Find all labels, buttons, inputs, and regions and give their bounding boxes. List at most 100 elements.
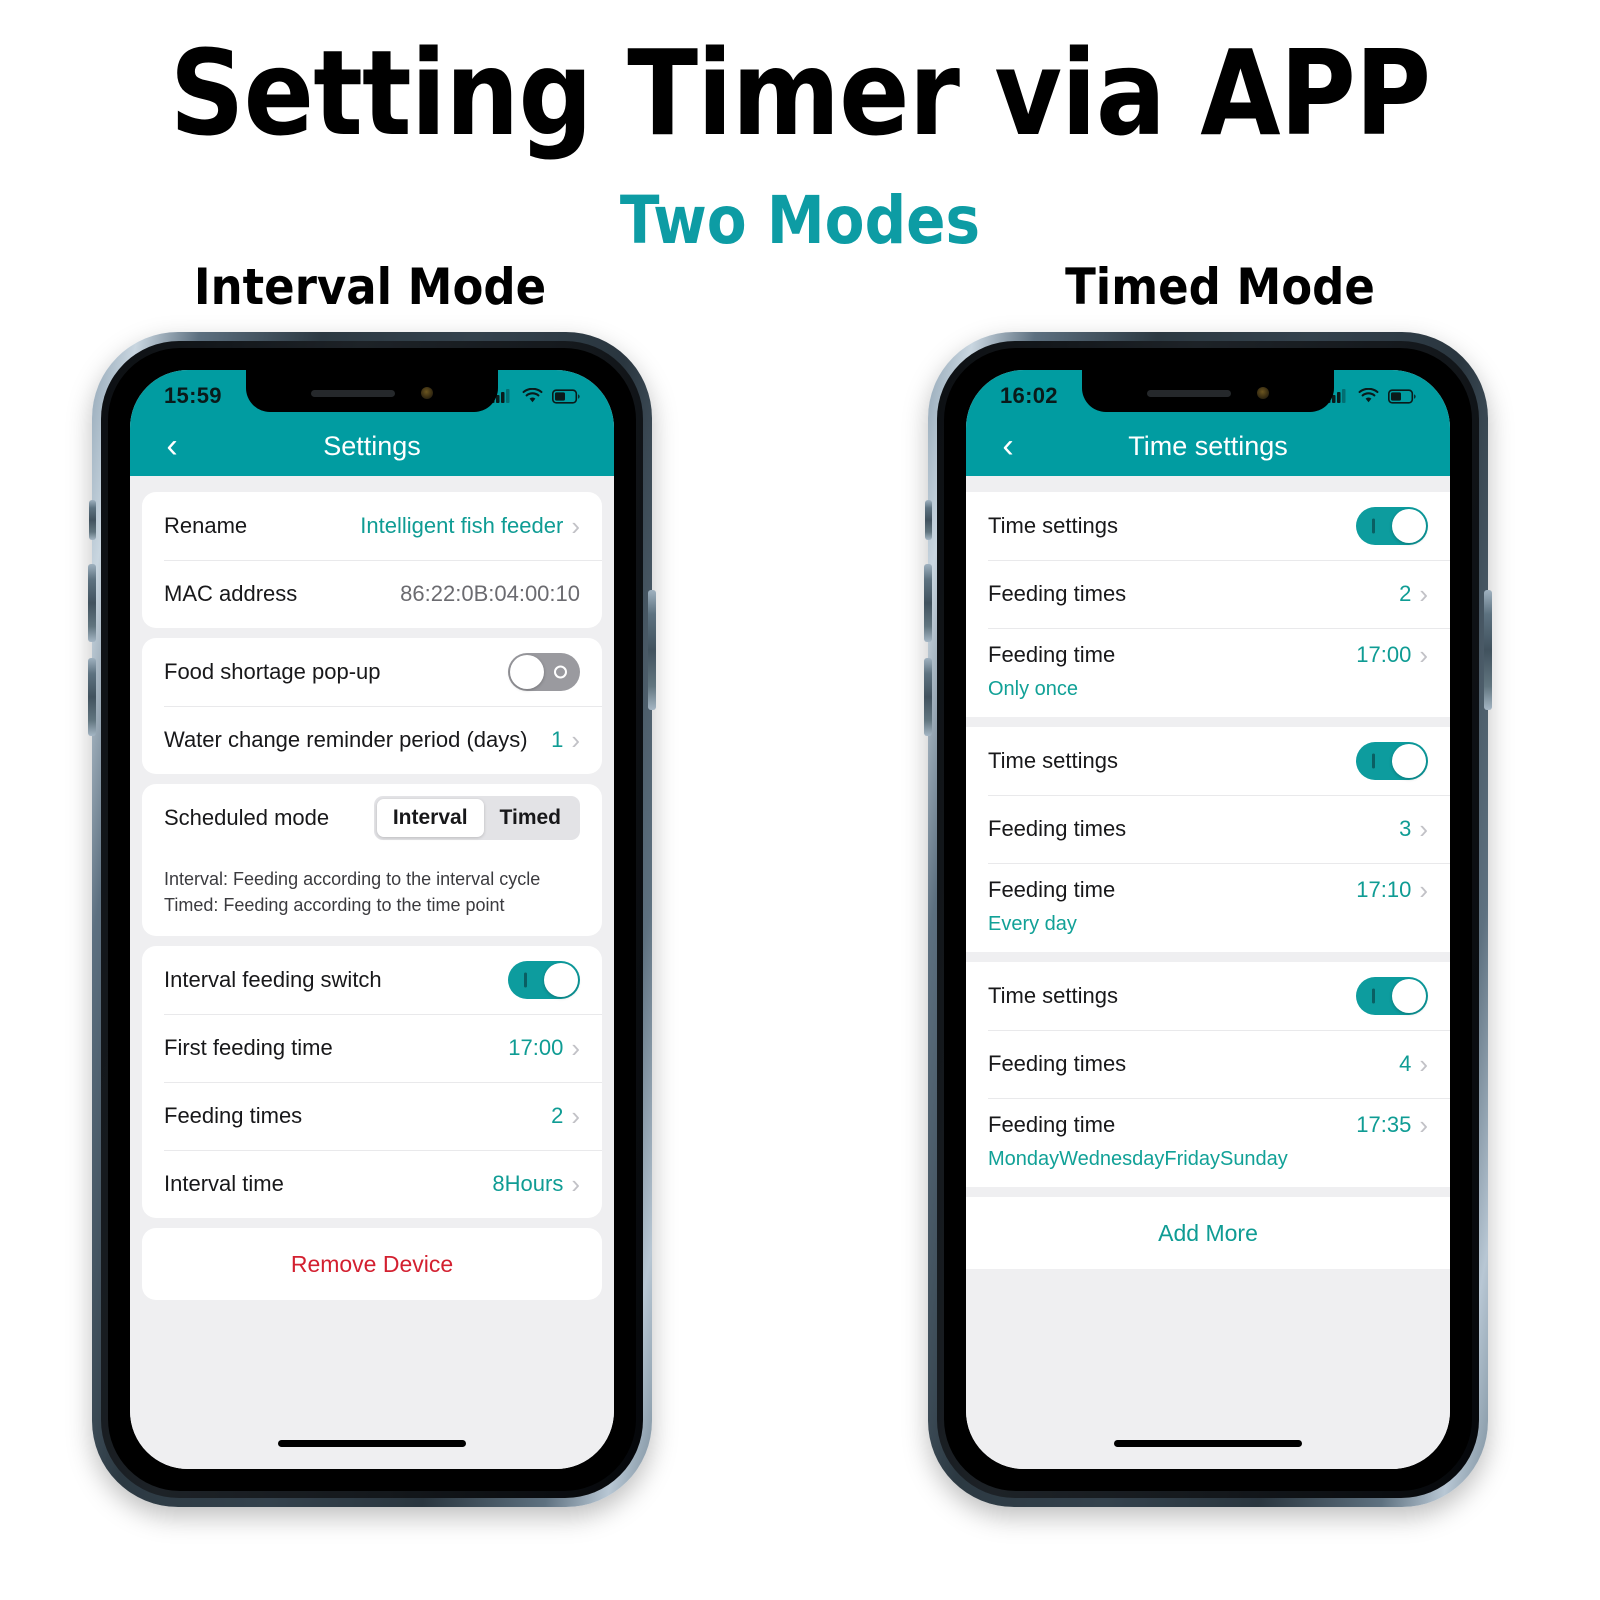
page-title: Setting Timer via APP	[169, 24, 1431, 162]
time-settings-toggle-2[interactable]	[1356, 742, 1428, 780]
interval-feeding-toggle[interactable]	[508, 961, 580, 1000]
row-mac-right: 86:22:0B:04:00:10	[400, 581, 580, 607]
scheduled-mode-segmented-control[interactable]: Interval Timed	[373, 796, 580, 840]
row-feeding-times-label-3: Feeding times	[988, 1051, 1127, 1076]
row-feeding-times[interactable]: Feeding times 2 ›	[142, 1082, 602, 1150]
mute-switch-button[interactable]	[925, 500, 932, 540]
row-mac-value: 86:22:0B:04:00:10	[400, 581, 580, 606]
row-time-settings-3[interactable]: Time settings	[966, 962, 1450, 1030]
row-feeding-time-3[interactable]: Feeding time 17:35 › MondayWednesdayFrid…	[966, 1098, 1450, 1187]
power-button[interactable]	[1484, 590, 1492, 710]
mute-switch-button[interactable]	[89, 500, 96, 540]
time-settings-toggle-1[interactable]	[1356, 507, 1428, 545]
row-feeding-times-value-3: 4	[1399, 1051, 1412, 1076]
volume-down-button[interactable]	[88, 658, 96, 736]
power-button[interactable]	[648, 590, 656, 710]
segment-interval[interactable]: Interval	[376, 799, 484, 837]
schedule-card-2: Time settings Feeding times 3 › Feeding …	[966, 727, 1450, 952]
row-rename-right: Intelligent fish feeder ›	[360, 513, 580, 539]
row-feeding-time-line-2: Feeding time 17:10 ›	[988, 877, 1428, 903]
status-icons	[491, 388, 580, 404]
row-interval-time[interactable]: Interval time 8Hours ›	[142, 1150, 602, 1218]
phone-notch	[1082, 370, 1334, 412]
row-rename-label: Rename	[164, 513, 248, 538]
phone-bezel: 15:59 ‹ Settings Rename Intelligent fish…	[101, 341, 643, 1498]
row-feeding-time-line-1: Feeding time 17:00 ›	[988, 642, 1428, 668]
toggle-on-bar-icon	[1372, 518, 1375, 534]
row-water-change[interactable]: Water change reminder period (days) 1 ›	[142, 706, 602, 774]
row-interval-feeding-switch-label: Interval feeding switch	[164, 967, 382, 993]
row-interval-feeding-switch[interactable]: Interval feeding switch	[142, 946, 602, 1014]
row-feeding-times-3[interactable]: Feeding times 4 ›	[966, 1030, 1450, 1098]
battery-icon	[1388, 388, 1416, 404]
chevron-right-icon: ›	[1419, 579, 1428, 609]
row-interval-time-label: Interval time	[164, 1171, 284, 1197]
toggle-knob	[1392, 744, 1426, 778]
chevron-right-icon: ›	[571, 1033, 580, 1064]
row-mac-address: MAC address 86:22:0B:04:00:10	[142, 560, 602, 628]
row-time-settings-1[interactable]: Time settings	[966, 492, 1450, 560]
battery-icon	[552, 388, 580, 404]
row-feeding-repeat-1: Only once	[988, 678, 1079, 700]
schedule-card-3: Time settings Feeding times 4 › Feeding …	[966, 962, 1450, 1187]
row-divider	[988, 628, 1450, 629]
page-subtitle: Two Modes	[619, 182, 981, 259]
toggle-knob	[510, 655, 544, 689]
row-feeding-times-right: 2 ›	[551, 1103, 580, 1129]
wifi-icon	[522, 388, 543, 403]
volume-up-button[interactable]	[88, 564, 96, 642]
row-feeding-times-1[interactable]: Feeding times 2 ›	[966, 560, 1450, 628]
chevron-right-icon: ›	[1419, 1049, 1428, 1079]
time-settings-toggle-3[interactable]	[1356, 977, 1428, 1015]
row-time-settings-2[interactable]: Time settings	[966, 727, 1450, 795]
chevron-right-icon: ›	[1419, 814, 1428, 844]
row-feeding-times-2[interactable]: Feeding times 3 ›	[966, 795, 1450, 863]
toggle-knob	[1392, 979, 1426, 1013]
scheduled-mode-note: Interval: Feeding according to the inter…	[142, 852, 602, 936]
add-more-button[interactable]: Add More	[966, 1197, 1450, 1269]
phone-bezel: 16:02 ‹ Time settings Time settings Feed…	[937, 341, 1479, 1498]
row-feeding-time-label-2: Feeding time	[988, 877, 1116, 902]
settings-content: Rename Intelligent fish feeder › MAC add…	[130, 476, 614, 1469]
row-first-feeding-time[interactable]: First feeding time 17:00 ›	[142, 1014, 602, 1082]
row-scheduled-mode-label: Scheduled mode	[164, 805, 330, 830]
back-button[interactable]: ‹	[152, 429, 192, 463]
phone-screen: 15:59 ‹ Settings Rename Intelligent fish…	[130, 370, 614, 1469]
toggle-knob	[1392, 509, 1426, 543]
home-indicator[interactable]	[1114, 1440, 1302, 1447]
toggle-off-ring-icon	[554, 665, 567, 679]
home-indicator[interactable]	[278, 1440, 466, 1447]
front-camera-icon	[1257, 387, 1269, 399]
status-time: 16:02	[1000, 383, 1058, 408]
phone-screen: 16:02 ‹ Time settings Time settings Feed…	[966, 370, 1450, 1469]
segment-timed[interactable]: Timed	[484, 799, 577, 837]
row-feeding-time-right-3: 17:35 ›	[1356, 1112, 1428, 1138]
volume-up-button[interactable]	[924, 564, 932, 642]
status-time: 15:59	[164, 383, 222, 408]
row-interval-time-right: 8Hours ›	[492, 1171, 580, 1197]
row-feeding-time-value-3: 17:35	[1356, 1112, 1412, 1137]
phone-bezel-inner: 16:02 ‹ Time settings Time settings Feed…	[944, 348, 1472, 1491]
row-feeding-times-value: 2	[551, 1103, 564, 1129]
remove-device-button[interactable]: Remove Device	[142, 1228, 602, 1300]
row-food-shortage[interactable]: Food shortage pop-up	[142, 638, 602, 706]
front-camera-icon	[421, 387, 433, 399]
scheduled-mode-card: Scheduled mode Interval Timed Interval: …	[142, 784, 602, 937]
row-feeding-time-1[interactable]: Feeding time 17:00 › Only once	[966, 628, 1450, 717]
chevron-right-icon: ›	[1419, 640, 1428, 670]
row-time-settings-label-2: Time settings	[988, 748, 1119, 773]
food-shortage-toggle[interactable]	[508, 653, 580, 691]
timed-mode-label: Timed Mode	[1065, 258, 1375, 316]
row-feeding-time-2[interactable]: Feeding time 17:10 › Every day	[966, 863, 1450, 952]
row-first-feeding-time-value: 17:00	[508, 1035, 564, 1061]
row-rename[interactable]: Rename Intelligent fish feeder ›	[142, 492, 602, 560]
row-first-feeding-time-label: First feeding time	[164, 1035, 333, 1061]
phone-notch	[246, 370, 498, 412]
row-feeding-time-label-3: Feeding time	[988, 1112, 1116, 1137]
back-button[interactable]: ‹	[988, 429, 1028, 463]
chevron-right-icon: ›	[571, 511, 580, 541]
row-feeding-times-right-2: 3 ›	[1399, 816, 1428, 842]
row-divider	[988, 1098, 1450, 1099]
chevron-right-icon: ›	[571, 1169, 580, 1200]
volume-down-button[interactable]	[924, 658, 932, 736]
